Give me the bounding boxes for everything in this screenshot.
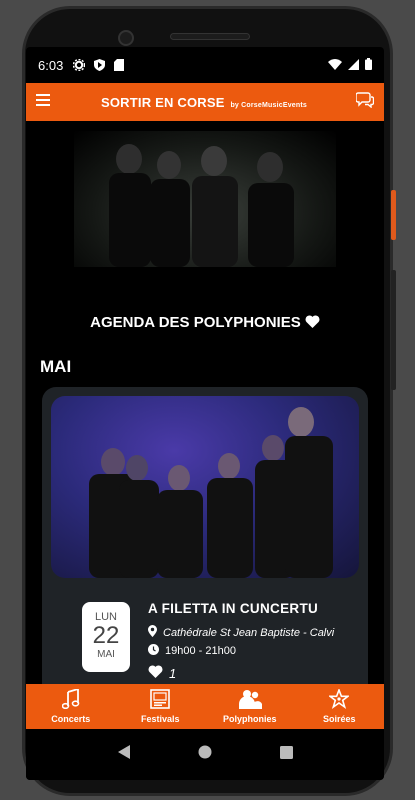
star-icon xyxy=(327,687,351,711)
agenda-title-text: AGENDA DES POLYPHONIES xyxy=(90,314,301,331)
status-time: 6:03 xyxy=(38,57,64,73)
app-title: SORTIR EN CORSE by CorseMusicEvents xyxy=(52,95,356,110)
like-heart-icon[interactable] xyxy=(148,665,163,681)
wifi-icon xyxy=(328,58,342,73)
event-image xyxy=(51,396,359,578)
app-title-text: SORTIR EN CORSE xyxy=(101,94,225,110)
event-month: MAI xyxy=(97,649,115,660)
event-time-text: 19h00 - 21h00 xyxy=(165,645,236,657)
tab-festivals[interactable]: Festivals xyxy=(116,684,206,729)
shield-icon xyxy=(93,59,105,71)
status-bar: 6:03 xyxy=(26,47,384,83)
tab-label: Soirées xyxy=(322,714,356,724)
event-time: 19h00 - 21h00 xyxy=(148,644,236,658)
group-icon xyxy=(238,689,262,711)
event-location-text: Cathédrale St Jean Baptiste - Calvi xyxy=(163,626,335,639)
month-heading: MAI xyxy=(40,357,72,376)
event-card[interactable]: LUN 22 MAI A FILETTA IN CUNCERTU Cathédr… xyxy=(42,387,368,684)
app-byline: by CorseMusicEvents xyxy=(230,101,307,109)
signal-icon xyxy=(348,58,359,73)
chat-icon[interactable] xyxy=(355,91,375,113)
settings-icon xyxy=(73,59,86,71)
power-button xyxy=(391,190,396,240)
battery-icon xyxy=(365,57,372,73)
tab-label: Festivals xyxy=(140,714,180,724)
menu-icon[interactable] xyxy=(36,93,52,111)
event-day: 22 xyxy=(92,622,120,649)
tab-concerts[interactable]: Concerts xyxy=(26,684,116,729)
volume-button xyxy=(391,270,396,390)
app-bar: SORTIR EN CORSE by CorseMusicEvents xyxy=(26,83,384,121)
event-date: LUN 22 MAI xyxy=(82,602,130,672)
heart-icon xyxy=(305,314,320,331)
banner-image xyxy=(74,131,336,267)
tab-soirees[interactable]: Soirées xyxy=(295,684,385,729)
tab-label: Concerts xyxy=(51,714,91,724)
agenda-title: AGENDA DES POLYPHONIES xyxy=(26,314,384,331)
clock-icon xyxy=(148,644,159,658)
picture-icon xyxy=(150,689,171,711)
sd-card-icon xyxy=(113,59,125,71)
home-icon[interactable] xyxy=(198,745,212,764)
earpiece-speaker xyxy=(170,33,250,40)
location-pin-icon xyxy=(148,625,157,640)
scroll-content[interactable]: AGENDA DES POLYPHONIES MAI LUN 22 MAI A … xyxy=(26,121,384,684)
tab-polyphonies[interactable]: Polyphonies xyxy=(205,684,295,729)
front-camera xyxy=(118,30,134,46)
screen: 6:03 SORTIR EN CORSE by CorseMusicEvents… xyxy=(26,47,384,780)
event-likes[interactable]: 1 xyxy=(148,665,176,681)
like-count: 1 xyxy=(169,665,177,681)
back-icon[interactable] xyxy=(117,745,130,764)
event-title: A FILETTA IN CUNCERTU xyxy=(148,601,319,616)
event-location: Cathédrale St Jean Baptiste - Calvi xyxy=(148,625,334,640)
system-nav-bar xyxy=(26,729,384,780)
music-note-icon xyxy=(61,687,80,711)
recents-icon[interactable] xyxy=(279,745,293,764)
bottom-tab-bar: Concerts Festivals Polyphonies Soirées xyxy=(26,684,384,729)
tab-label: Polyphonies xyxy=(222,714,277,724)
